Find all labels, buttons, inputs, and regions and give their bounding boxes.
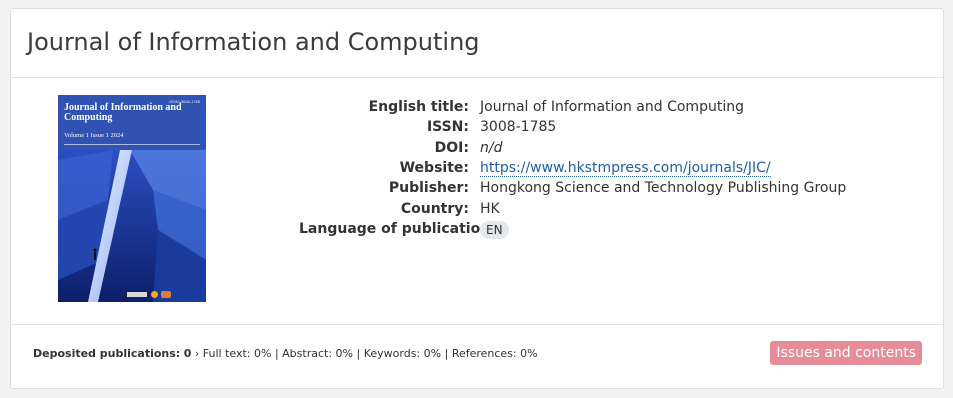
separator: | (356, 347, 361, 360)
cover-divider (64, 144, 200, 145)
journal-metadata: English title: Journal of Information an… (299, 97, 846, 239)
website-row: Website: https://www.hkstmpress.com/jour… (299, 158, 846, 178)
issues-and-contents-button[interactable]: Issues and contents (770, 341, 922, 365)
deposited-count: 0 (183, 347, 192, 360)
journal-card: Journal of Information and Computing ISS… (10, 8, 944, 389)
cover-artwork (58, 150, 206, 302)
publisher-value: Hongkong Science and Technology Publishi… (480, 180, 847, 197)
references-stat: References: 0% (451, 347, 538, 360)
journal-details: ISSN: 3008-1785 Journal of Information a… (11, 78, 943, 325)
website-link[interactable]: https://www.hkstmpress.com/journals/JIC/ (480, 160, 771, 178)
separator: | (274, 347, 279, 360)
english-title-label: English title: (368, 99, 469, 116)
issn-value: 3008-1785 (480, 119, 557, 136)
cover-volume: Volume 1 Issue 1 2024 (64, 132, 124, 139)
creative-commons-icon (126, 291, 148, 298)
language-label: Language of publication: (299, 220, 496, 237)
doi-row: DOI: n/d (299, 138, 846, 158)
language-row: Language of publication: EN (299, 219, 846, 239)
cover-journal-title: Journal of Information and Computing (64, 102, 182, 123)
english-title-row: English title: Journal of Information an… (299, 97, 846, 117)
issn-row: ISSN: 3008-1785 (299, 117, 846, 137)
abstract-stat: Abstract: 0% (282, 347, 353, 360)
country-label: Country: (400, 200, 469, 217)
open-access-icon (151, 291, 158, 298)
country-value: HK (480, 200, 500, 217)
issn-label: ISSN: (426, 119, 469, 136)
website-label: Website: (399, 160, 469, 177)
cover-badges (126, 291, 171, 298)
doi-value: n/d (480, 139, 503, 156)
country-row: Country: HK (299, 198, 846, 218)
language-badge: EN (480, 220, 509, 239)
separator: | (444, 347, 449, 360)
full-text-stat: Full text: 0% (202, 347, 272, 360)
english-title-value: Journal of Information and Computing (480, 99, 744, 116)
publisher-row: Publisher: Hongkong Science and Technolo… (299, 178, 846, 198)
page-title: Journal of Information and Computing (27, 28, 480, 56)
chevron-right-icon: › (194, 347, 200, 360)
journal-cover-image: ISSN: 3008-1785 Journal of Information a… (58, 95, 206, 302)
doi-label: DOI: (434, 139, 469, 156)
deposited-label: Deposited publications: (33, 347, 181, 360)
card-header: Journal of Information and Computing (11, 9, 943, 78)
publisher-logo-icon (161, 291, 171, 298)
publication-stats: Deposited publications: 0 › Full text: 0… (33, 347, 538, 360)
publisher-label: Publisher: (388, 180, 469, 197)
card-footer: Deposited publications: 0 › Full text: 0… (11, 325, 943, 388)
keywords-stat: Keywords: 0% (363, 347, 442, 360)
